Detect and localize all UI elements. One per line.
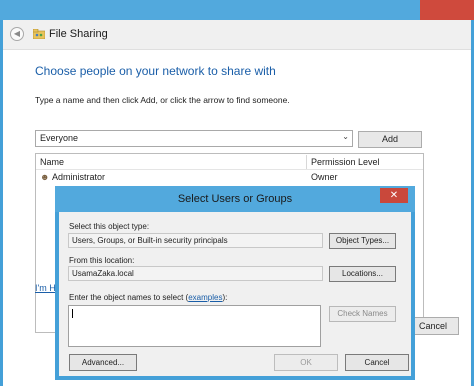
instruction-text: Type a name and then click Add, or click… [35, 95, 290, 105]
select-users-dialog [55, 186, 415, 380]
column-header-permission[interactable]: Permission Level [311, 157, 380, 167]
column-divider[interactable] [306, 155, 307, 169]
file-sharing-icon [33, 29, 45, 39]
back-arrow-icon[interactable]: ◀ [10, 27, 24, 41]
window-close-button[interactable] [420, 0, 474, 20]
object-type-label: Select this object type: [69, 222, 150, 231]
window-titlebar[interactable] [0, 0, 474, 20]
dialog-cancel-button[interactable]: Cancel [345, 354, 409, 371]
dialog-title: Select Users or Groups [177, 193, 293, 205]
people-combobox[interactable]: Everyone ⌄ [35, 130, 353, 147]
ok-button[interactable]: OK [274, 354, 338, 371]
combobox-value: Everyone [40, 133, 79, 143]
paren-close: ): [222, 293, 228, 302]
user-icon: ☻ [40, 172, 50, 182]
window-title: File Sharing [49, 28, 108, 40]
enter-names-label: Enter the object names to select (exampl… [69, 293, 227, 302]
examples-link[interactable]: examples [188, 293, 222, 302]
object-names-input[interactable] [68, 305, 321, 347]
location-field: UsamaZaka.local [68, 266, 323, 281]
header-separator [36, 169, 423, 170]
column-header-name[interactable]: Name [40, 157, 64, 167]
list-item-permission[interactable]: Owner [311, 172, 338, 182]
enter-names-text: Enter the object names to select [69, 293, 184, 302]
location-label: From this location: [69, 256, 135, 265]
text-caret [72, 309, 73, 318]
advanced-button[interactable]: Advanced... [69, 354, 137, 371]
object-types-button[interactable]: Object Types... [329, 233, 396, 249]
locations-button[interactable]: Locations... [329, 266, 396, 282]
add-button[interactable]: Add [358, 131, 422, 148]
object-type-field: Users, Groups, or Built-in security prin… [68, 233, 323, 248]
chevron-down-icon[interactable]: ⌄ [342, 132, 349, 141]
check-names-button[interactable]: Check Names [329, 306, 396, 322]
help-link[interactable]: I'm H [35, 283, 56, 293]
page-heading: Choose people on your network to share w… [35, 64, 276, 78]
close-icon[interactable]: ✕ [380, 188, 408, 203]
list-item-name[interactable]: Administrator [52, 172, 105, 182]
